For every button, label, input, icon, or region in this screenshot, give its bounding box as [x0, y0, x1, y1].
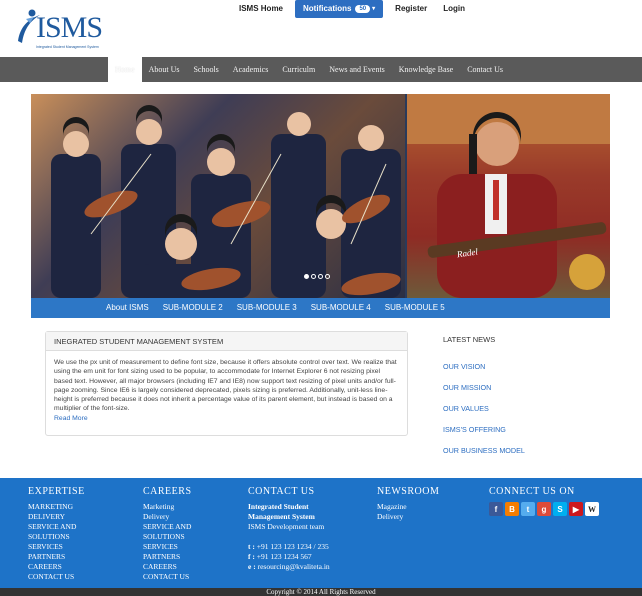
nav-item-schools[interactable]: Schools: [186, 57, 225, 82]
submenu-item-sub-module-5[interactable]: SUB-MODULE 5: [378, 298, 452, 318]
logo-tagline: Integrated Student Management System: [36, 45, 99, 49]
news-link-our-business-model[interactable]: OUR BUSINESS MODEL: [443, 440, 623, 461]
read-more-link[interactable]: Read More: [54, 414, 399, 423]
skype-icon[interactable]: S: [553, 502, 567, 516]
contact-org-line-2: Management System: [248, 512, 315, 521]
nav-item-contact-us[interactable]: Contact Us: [460, 57, 510, 82]
students-illustration: [51, 105, 401, 298]
isms-home-link[interactable]: ISMS Home: [231, 0, 291, 18]
panel-text: We use the px unit of measurement to def…: [54, 359, 397, 413]
slider-dot[interactable]: [311, 274, 316, 279]
footer-link[interactable]: SOLUTIONS: [28, 532, 85, 542]
nav-item-about-us[interactable]: About Us: [142, 57, 187, 82]
footer-link[interactable]: Marketing: [143, 502, 192, 512]
footer-expertise: EXPERTISE MARKETING DELIVERY SERVICE AND…: [28, 485, 85, 582]
facebook-icon[interactable]: f: [489, 502, 503, 516]
top-bar: ISMS Integrated Student Management Syste…: [0, 0, 642, 57]
footer-careers: CAREERS Marketing Delivery SERVICE AND S…: [143, 485, 192, 582]
submenu-item-sub-module-4[interactable]: SUB-MODULE 4: [304, 298, 378, 318]
student-veena-illustration: Radel: [407, 94, 610, 298]
top-nav: ISMS Home Notifications 50 ▾ Register Lo…: [231, 0, 473, 18]
footer-link[interactable]: DELIVERY: [28, 512, 85, 522]
panel-body: We use the px unit of measurement to def…: [46, 351, 407, 430]
register-link[interactable]: Register: [387, 0, 435, 18]
panel-title: INEGRATED STUDENT MANAGEMENT SYSTEM: [46, 332, 407, 351]
footer-link[interactable]: PARTNERS: [143, 552, 192, 562]
footer-contact-heading: CONTACT US: [248, 486, 315, 497]
footer-link[interactable]: SOLUTIONS: [143, 532, 192, 542]
footer: EXPERTISE MARKETING DELIVERY SERVICE AND…: [0, 478, 642, 588]
image-slider[interactable]: Radel: [31, 94, 610, 298]
contact-org-line-1: Integrated Student: [248, 502, 309, 511]
slider-dot[interactable]: [325, 274, 330, 279]
footer-link[interactable]: CAREERS: [28, 562, 85, 572]
footer-link[interactable]: SERVICE AND: [143, 522, 192, 532]
social-icons: f B t g S ▶ W: [489, 502, 599, 516]
footer-link[interactable]: CONTACT US: [28, 572, 85, 582]
slide-image-veena-student: Radel: [407, 94, 610, 298]
slider-dot[interactable]: [318, 274, 323, 279]
login-link[interactable]: Login: [435, 0, 473, 18]
submodule-menu: About ISMS SUB-MODULE 2 SUB-MODULE 3 SUB…: [31, 298, 610, 318]
nav-item-academics[interactable]: Academics: [226, 57, 276, 82]
footer-connect-heading: CONNECT US ON: [489, 486, 575, 497]
footer-newsroom: NEWSROOM Magazine Delivery: [377, 485, 439, 522]
footer-link[interactable]: SERVICES: [143, 542, 192, 552]
contact-team: ISMS Development team: [248, 522, 325, 531]
footer-link[interactable]: CAREERS: [143, 562, 192, 572]
youtube-icon[interactable]: ▶: [569, 502, 583, 516]
nav-item-curriculm[interactable]: Curriculm: [275, 57, 322, 82]
news-link-our-mission[interactable]: OUR MISSION: [443, 377, 623, 398]
google-plus-icon[interactable]: g: [537, 502, 551, 516]
footer-connect: CONNECT US ON f B t g S ▶ W: [489, 485, 599, 516]
contact-email[interactable]: e : resourcing@kvaliteta.in: [248, 562, 330, 572]
nav-item-news-and-events[interactable]: News and Events: [322, 57, 392, 82]
wikipedia-icon[interactable]: W: [585, 502, 599, 516]
slider-dot[interactable]: [304, 274, 309, 279]
main-nav: Home About Us Schools Academics Curricul…: [0, 57, 642, 82]
caret-down-icon: ▾: [372, 6, 376, 12]
footer-careers-heading: CAREERS: [143, 486, 192, 497]
submenu-item-about-isms[interactable]: About ISMS: [99, 298, 156, 318]
nav-item-knowledge-base[interactable]: Knowledge Base: [392, 57, 460, 82]
footer-contact: CONTACT US Integrated Student Management…: [248, 485, 330, 572]
footer-link[interactable]: MARKETING: [28, 502, 85, 512]
footer-link[interactable]: CONTACT US: [143, 572, 192, 582]
footer-link[interactable]: Delivery: [143, 512, 192, 522]
logo-text: ISMS: [36, 11, 103, 44]
footer-link[interactable]: PARTNERS: [28, 552, 85, 562]
news-link-our-values[interactable]: OUR VALUES: [443, 398, 623, 419]
submenu-item-sub-module-3[interactable]: SUB-MODULE 3: [230, 298, 304, 318]
notifications-count-badge: 50: [355, 5, 371, 13]
notifications-dropdown[interactable]: Notifications 50 ▾: [295, 0, 384, 18]
blogger-icon[interactable]: B: [505, 502, 519, 516]
latest-news: LATEST NEWS OUR VISION OUR MISSION OUR V…: [443, 333, 623, 461]
slide-image-violin-class: [31, 94, 405, 298]
news-link-isms-offering[interactable]: ISMS'S OFFERING: [443, 419, 623, 440]
footer-newsroom-heading: NEWSROOM: [377, 486, 440, 497]
footer-link[interactable]: SERVICES: [28, 542, 85, 552]
news-link-our-vision[interactable]: OUR VISION: [443, 356, 623, 377]
footer-link[interactable]: Delivery: [377, 512, 439, 522]
footer-link[interactable]: Magazine: [377, 502, 439, 512]
contact-fax: f : +91 123 1234 567: [248, 552, 312, 561]
slider-pagination: [304, 274, 330, 279]
footer-link[interactable]: SERVICE AND: [28, 522, 85, 532]
latest-news-heading: LATEST NEWS: [443, 335, 496, 344]
twitter-icon[interactable]: t: [521, 502, 535, 516]
contact-phone: t : +91 123 123 1234 / 235: [248, 542, 329, 551]
intro-panel: INEGRATED STUDENT MANAGEMENT SYSTEM We u…: [45, 331, 408, 436]
footer-expertise-heading: EXPERTISE: [28, 486, 85, 497]
isms-logo[interactable]: ISMS Integrated Student Management Syste…: [14, 7, 104, 49]
submenu-item-sub-module-2[interactable]: SUB-MODULE 2: [156, 298, 230, 318]
copyright-bar: Copyright © 2014 All Rights Reserved: [0, 588, 642, 596]
notifications-label: Notifications: [303, 4, 352, 13]
nav-item-home[interactable]: Home: [108, 57, 142, 82]
